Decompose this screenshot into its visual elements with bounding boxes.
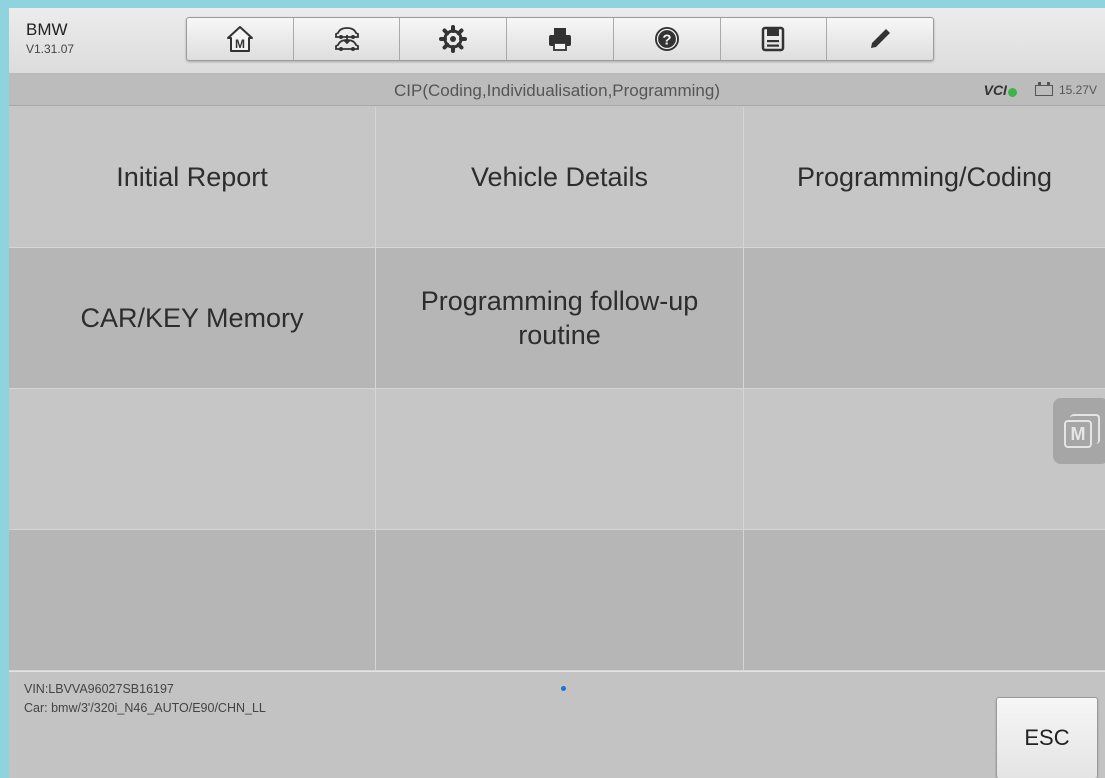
print-icon	[549, 28, 572, 51]
vehicle-swap-icon	[334, 27, 359, 51]
menu-item-empty	[9, 530, 376, 671]
vin-text: VIN:LBVVA96027SB16197	[24, 682, 174, 696]
floating-menu-button[interactable]: M	[1053, 398, 1105, 464]
menu-item-empty	[744, 389, 1105, 530]
page-title: CIP(Coding,Individualisation,Programming…	[394, 81, 720, 100]
edit-button[interactable]	[827, 18, 933, 60]
battery-voltage: 15.27V	[1058, 83, 1097, 97]
home-icon-label: M	[235, 37, 245, 51]
save-icon	[762, 26, 785, 52]
menu-item-empty	[9, 389, 376, 530]
help-icon: ?	[654, 27, 679, 51]
vci-label: VCI	[983, 82, 1007, 98]
app-screen: BMW V1.31.07 M ? CIP(Coding,Individualis…	[9, 8, 1105, 778]
toolbar: M ?	[186, 17, 934, 61]
gear-icon	[439, 25, 468, 53]
help-button[interactable]: ?	[614, 18, 721, 60]
title-bar: CIP(Coding,Individualisation,Programming…	[9, 74, 1105, 106]
save-button[interactable]	[721, 18, 828, 60]
menu-item-empty	[744, 248, 1105, 389]
menu-item-empty	[376, 389, 744, 530]
app-version: V1.31.07	[26, 42, 75, 56]
esc-button[interactable]: ESC	[996, 697, 1098, 778]
vehicle-info: VIN:LBVVA96027SB16197 Car: bmw/3'/320i_N…	[24, 680, 266, 718]
menu-item-empty	[376, 530, 744, 671]
status-area: VCI 15.27V	[984, 81, 1097, 98]
svg-text:?: ?	[662, 32, 671, 49]
page-indicator-dot	[561, 686, 566, 691]
pen-icon	[871, 29, 891, 48]
home-button[interactable]: M	[187, 18, 294, 60]
menu-item-empty	[744, 530, 1105, 671]
battery-icon	[1034, 81, 1053, 96]
multitask-icon: M	[1064, 414, 1100, 448]
vehicle-swap-button[interactable]	[294, 18, 401, 60]
vci-status: VCI	[984, 82, 1017, 98]
app-name: BMW	[26, 20, 68, 39]
menu-item-initial-report[interactable]: Initial Report	[9, 107, 376, 248]
menu-item-vehicle-details[interactable]: Vehicle Details	[376, 107, 744, 248]
menu-item-programming-follow-up[interactable]: Programming follow-up routine	[376, 248, 744, 389]
menu-item-programming-coding[interactable]: Programming/Coding	[744, 107, 1105, 248]
print-button[interactable]	[507, 18, 614, 60]
function-menu-grid: Initial Report Vehicle Details Programmi…	[9, 107, 1105, 671]
settings-button[interactable]	[400, 18, 508, 60]
car-path-text: Car: bmw/3'/320i_N46_AUTO/E90/CHN_LL	[24, 701, 266, 715]
top-bar: BMW V1.31.07 M ?	[9, 8, 1105, 74]
brand: BMW V1.31.07	[26, 20, 74, 56]
home-icon: M	[226, 26, 253, 52]
footer: VIN:LBVVA96027SB16197 Car: bmw/3'/320i_N…	[9, 671, 1105, 778]
vci-connected-icon	[1007, 88, 1017, 97]
menu-item-car-key-memory[interactable]: CAR/KEY Memory	[9, 248, 376, 389]
